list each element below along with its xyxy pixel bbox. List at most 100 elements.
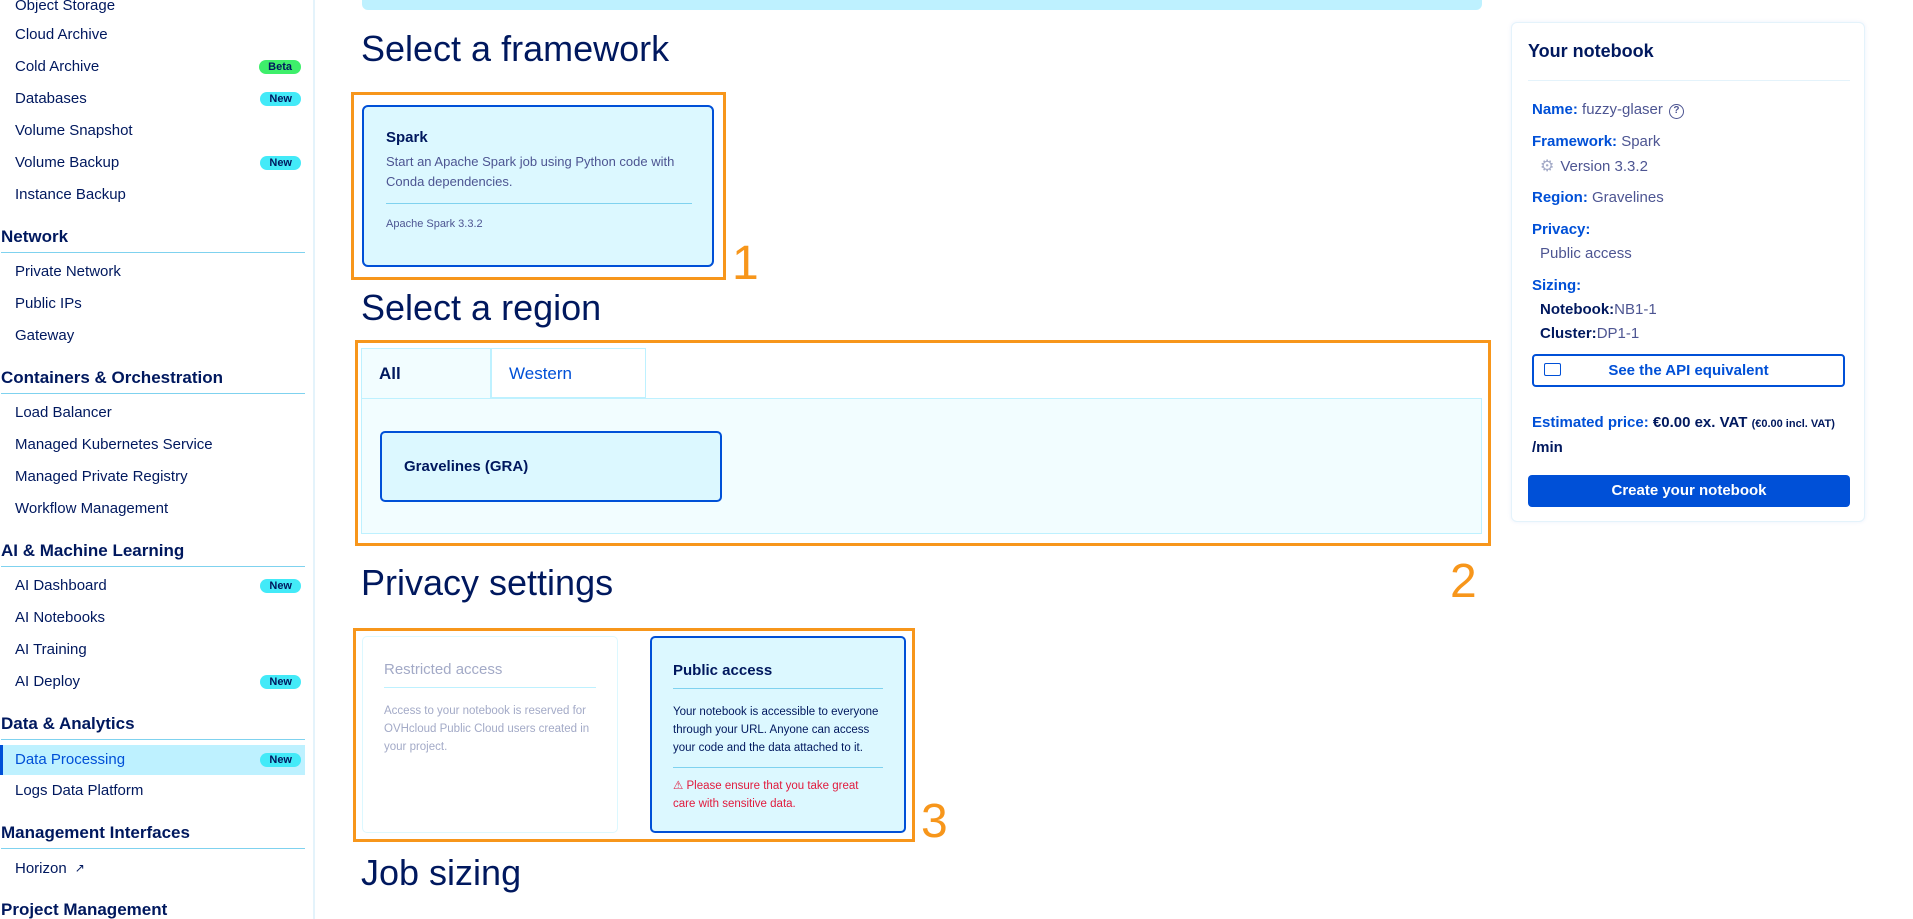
privacy-option-name: Restricted access (384, 661, 503, 678)
sidebar-item-label: Private Network (15, 263, 121, 280)
notebook-summary-panel: Your notebook Name: fuzzy-glaser? Framew… (1511, 22, 1865, 522)
sidebar-item-label: Cold Archive (15, 58, 100, 75)
api-button-label: See the API equivalent (1608, 362, 1769, 379)
summary-key: Sizing: (1532, 277, 1582, 294)
sidebar-item-instance-backup[interactable]: Instance Backup (15, 183, 305, 207)
sidebar-item-logs-data-platform[interactable]: Logs Data Platform (15, 779, 305, 803)
help-icon[interactable]: ? (1668, 104, 1684, 119)
sidebar-item-label: Logs Data Platform (15, 782, 144, 799)
region-tab-panel: Gravelines (GRA) (361, 398, 1482, 534)
framework-name: Spark (386, 129, 428, 146)
sidebar-item-label: AI Notebooks (15, 609, 106, 626)
sidebar-item-data-processing[interactable]: Data Processing New (0, 745, 305, 775)
sidebar-item-workflow-management[interactable]: Workflow Management (15, 497, 305, 521)
privacy-card-public[interactable]: Public access Your notebook is accessibl… (650, 636, 906, 833)
tab-all-locations[interactable]: All locations (361, 348, 491, 433)
sizing-title: Job sizing (361, 852, 522, 893)
sidebar-item-label: Object Storage (15, 0, 116, 14)
divider (384, 687, 596, 688)
sidebar-item-ai-deploy[interactable]: AI Deploy New (15, 670, 305, 694)
see-api-equivalent-button[interactable]: See the API equivalent (1532, 354, 1845, 387)
sidebar-item-ai-dashboard[interactable]: AI Dashboard New (15, 574, 305, 598)
sidebar-heading-data: Data & Analytics (1, 712, 305, 740)
summary-value: fuzzy-glaser (1582, 101, 1663, 118)
summary-key: Cluster: (1540, 325, 1597, 342)
sidebar-item-label: Horizon (15, 860, 67, 877)
sidebar-item-horizon[interactable]: Horizon ↗ (15, 856, 305, 880)
sidebar-item-managed-private-registry[interactable]: Managed Private Registry (15, 465, 305, 489)
sidebar-item-load-balancer[interactable]: Load Balancer (15, 401, 305, 425)
sidebar-item-private-network[interactable]: Private Network (15, 260, 305, 284)
summary-region-row: Region: Gravelines (1532, 189, 1664, 206)
sidebar-item-gateway[interactable]: Gateway (15, 324, 305, 348)
sidebar-item-volume-snapshot[interactable]: Volume Snapshot (15, 119, 305, 143)
sidebar-item-ai-notebooks[interactable]: AI Notebooks (15, 606, 305, 630)
framework-title: Select a framework (361, 28, 670, 69)
summary-name-row: Name: fuzzy-glaser? (1532, 101, 1684, 119)
divider (673, 688, 883, 689)
sidebar-item-ai-training[interactable]: AI Training (15, 638, 305, 662)
summary-value: DP1-1 (1596, 325, 1640, 342)
tab-western-europe[interactable]: Western Europe (491, 348, 646, 433)
privacy-title: Privacy settings (361, 562, 614, 603)
external-link-icon: ↗ (74, 861, 85, 875)
info-banner (362, 0, 1482, 10)
summary-sizing-row: Sizing: (1532, 277, 1581, 294)
sidebar-item-managed-kubernetes[interactable]: Managed Kubernetes Service (15, 433, 305, 457)
sidebar-item-cold-archive[interactable]: Cold Archive Beta (15, 55, 305, 79)
new-badge: New (260, 675, 301, 689)
sidebar-heading-ai: AI & Machine Learning (1, 539, 305, 567)
framework-version: Apache Spark 3.3.2 (386, 218, 483, 230)
sidebar-item-object-storage[interactable]: Object Storage (15, 0, 305, 18)
annotation-number-3: 3 (921, 795, 948, 848)
privacy-card-restricted[interactable]: Restricted access Access to your noteboo… (362, 636, 618, 833)
sidebar-item-label: Managed Kubernetes Service (15, 436, 213, 453)
summary-key: Notebook: (1540, 301, 1615, 318)
divider (386, 203, 692, 204)
sidebar-item-label: Volume Backup (15, 154, 120, 171)
summary-notebook-row: Notebook:NB1-1 (1540, 301, 1657, 318)
price-incl-vat: (€0.00 incl. VAT) (1751, 418, 1835, 430)
summary-title: Your notebook (1528, 41, 1654, 61)
warning-icon: ⚠ (673, 780, 684, 792)
sidebar-item-label: Data Processing (15, 751, 126, 768)
sidebar-item-cloud-archive[interactable]: Cloud Archive (15, 23, 305, 47)
sidebar-item-volume-backup[interactable]: Volume Backup New (15, 151, 305, 175)
create-notebook-button[interactable]: Create your notebook (1528, 475, 1850, 507)
framework-card-spark[interactable]: Spark Start an Apache Spark job using Py… (362, 105, 714, 267)
sidebar-item-public-ips[interactable]: Public IPs (15, 292, 305, 316)
summary-version-row: ⚙ Version 3.3.2 (1540, 156, 1648, 176)
summary-cluster-row: Cluster:DP1-1 (1540, 325, 1639, 342)
sidebar-item-label: Workflow Management (15, 500, 169, 517)
sidebar-item-label: Gateway (15, 327, 75, 344)
sidebar-item-label: AI Training (15, 641, 87, 658)
region-card-gravelines[interactable]: Gravelines (GRA) (380, 431, 722, 502)
divider (673, 767, 883, 768)
privacy-option-description: Your notebook is accessible to everyone … (673, 706, 879, 754)
sidebar-heading-project: Project Management (1, 900, 168, 919)
annotation-number-2: 2 (1450, 555, 1477, 608)
summary-key: Name: (1532, 101, 1578, 118)
sidebar-heading-containers: Containers & Orchestration (1, 366, 305, 394)
sidebar-item-label: AI Dashboard (15, 577, 107, 594)
sidebar-item-label: Databases (15, 90, 87, 107)
summary-key: Region: (1532, 189, 1588, 206)
estimated-price: Estimated price: €0.00 ex. VAT (€0.00 in… (1532, 411, 1852, 460)
sidebar: Object Storage Cloud Archive Cold Archiv… (0, 0, 315, 919)
price-label: Estimated price: (1532, 414, 1649, 431)
summary-value: NB1-1 (1614, 301, 1657, 318)
summary-key: Framework: (1532, 133, 1618, 150)
beta-badge: Beta (259, 60, 301, 74)
privacy-warning: ⚠ Please ensure that you take great care… (673, 777, 883, 813)
summary-value: Version 3.3.2 (1560, 158, 1648, 175)
framework-logo-icon: ⚙ (1540, 158, 1555, 175)
sidebar-item-label: Volume Snapshot (15, 122, 133, 139)
sidebar-item-label: Public IPs (15, 295, 82, 312)
summary-key: Privacy: (1532, 221, 1591, 238)
new-badge: New (260, 156, 301, 170)
summary-value: Spark (1621, 133, 1661, 150)
region-title: Select a region (361, 287, 602, 328)
sidebar-item-label: Load Balancer (15, 404, 112, 421)
sidebar-item-databases[interactable]: Databases New (15, 87, 305, 111)
annotation-number-1: 1 (732, 237, 759, 290)
